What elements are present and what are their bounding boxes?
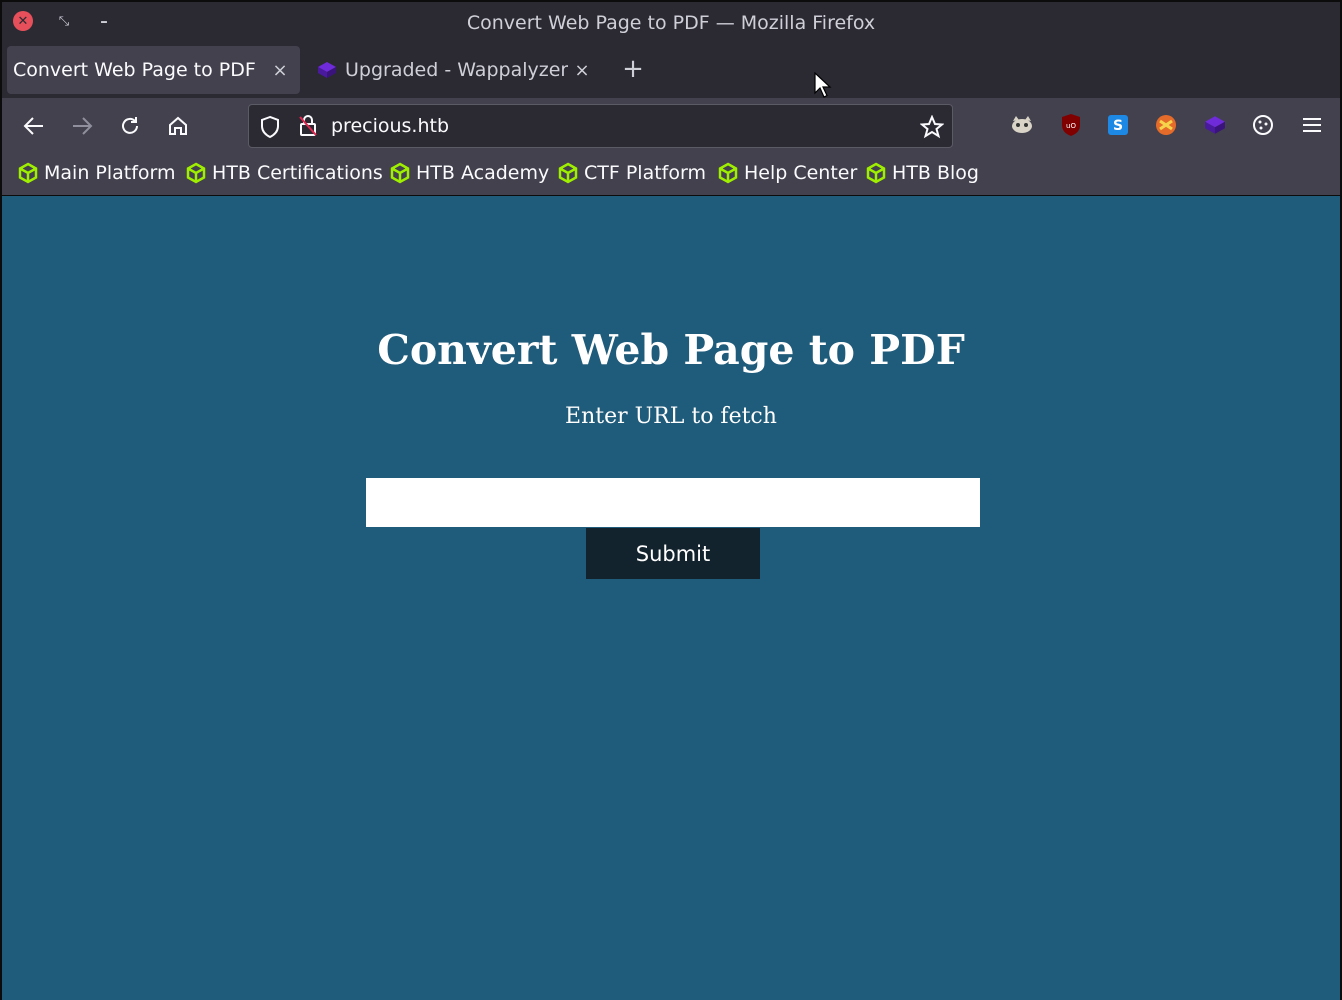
htb-cube-icon — [558, 162, 578, 184]
htb-cube-icon — [718, 162, 738, 184]
page-content: Convert Web Page to PDF Enter URL to fet… — [2, 196, 1340, 1000]
bookmark-htb-certifications[interactable]: HTB Certifications — [186, 162, 383, 184]
mouse-cursor-icon — [814, 72, 832, 98]
tracking-protection-shield-icon[interactable] — [259, 115, 281, 143]
bookmark-label: Help Center — [744, 162, 858, 184]
bookmark-label: HTB Certifications — [212, 162, 383, 184]
tab-strip: Convert Web Page to PDF × Upgraded - Wap… — [2, 46, 1340, 98]
submit-button[interactable]: Submit — [586, 528, 760, 579]
ublock-origin-icon[interactable]: uO — [1059, 113, 1083, 137]
bookmarks-toolbar: Main Platform HTB Certifications HTB Aca… — [2, 154, 1340, 196]
title-bar: ✕ ⤡ – Convert Web Page to PDF — Mozilla … — [2, 2, 1340, 46]
wappalyzer-extension-icon[interactable] — [1203, 113, 1227, 137]
page-title: Convert Web Page to PDF — [377, 326, 965, 374]
reload-icon[interactable] — [113, 110, 147, 142]
home-icon[interactable] — [161, 110, 195, 142]
bookmark-htb-academy[interactable]: HTB Academy — [390, 162, 549, 184]
foxyproxy-icon[interactable] — [1010, 113, 1034, 137]
bookmark-ctf-platform[interactable]: CTF Platform — [558, 162, 706, 184]
htb-cube-icon — [390, 162, 410, 184]
hack-tools-icon[interactable] — [1154, 113, 1178, 137]
bookmark-label: Main Platform — [44, 162, 176, 184]
bookmark-label: CTF Platform — [584, 162, 706, 184]
menu-hamburger-icon[interactable] — [1300, 113, 1324, 137]
bookmark-help-center[interactable]: Help Center — [718, 162, 857, 184]
forward-icon[interactable] — [65, 110, 99, 142]
cookie-editor-icon[interactable] — [1251, 113, 1275, 137]
browser-window: ✕ ⤡ – Convert Web Page to PDF — Mozilla … — [0, 0, 1342, 1000]
insecure-lock-icon[interactable] — [297, 114, 319, 142]
bookmark-main-platform[interactable]: Main Platform — [18, 162, 176, 184]
htb-cube-icon — [18, 162, 38, 184]
htb-cube-icon — [866, 162, 886, 184]
url-bar[interactable]: precious.htb — [248, 104, 953, 148]
url-input[interactable] — [366, 478, 980, 527]
htb-cube-icon — [186, 162, 206, 184]
tab-label: Convert Web Page to PDF — [13, 59, 256, 81]
window-title: Convert Web Page to PDF — Mozilla Firefo… — [466, 12, 876, 34]
tab-convert-web-page[interactable]: Convert Web Page to PDF × — [7, 46, 300, 94]
wappalyzer-icon — [317, 60, 337, 80]
page-subtitle: Enter URL to fetch — [565, 404, 777, 429]
bookmark-star-icon[interactable] — [919, 114, 945, 143]
s-extension-icon[interactable]: S — [1106, 113, 1130, 137]
new-tab-button[interactable]: + — [619, 54, 647, 84]
svg-text:uO: uO — [1066, 122, 1076, 130]
tab-close-button[interactable]: × — [266, 60, 294, 81]
url-text[interactable]: precious.htb — [331, 115, 449, 137]
back-icon[interactable] — [17, 110, 51, 142]
bookmark-label: HTB Academy — [416, 162, 550, 184]
tab-close-button[interactable]: × — [568, 60, 596, 81]
tab-label: Upgraded - Wappalyzer — [345, 59, 568, 81]
bookmark-htb-blog[interactable]: HTB Blog — [866, 162, 979, 184]
tab-wappalyzer[interactable]: Upgraded - Wappalyzer × — [307, 46, 602, 94]
bookmark-label: HTB Blog — [892, 162, 979, 184]
navigation-toolbar: precious.htb uO S — [2, 98, 1340, 154]
svg-text:S: S — [1113, 118, 1123, 134]
